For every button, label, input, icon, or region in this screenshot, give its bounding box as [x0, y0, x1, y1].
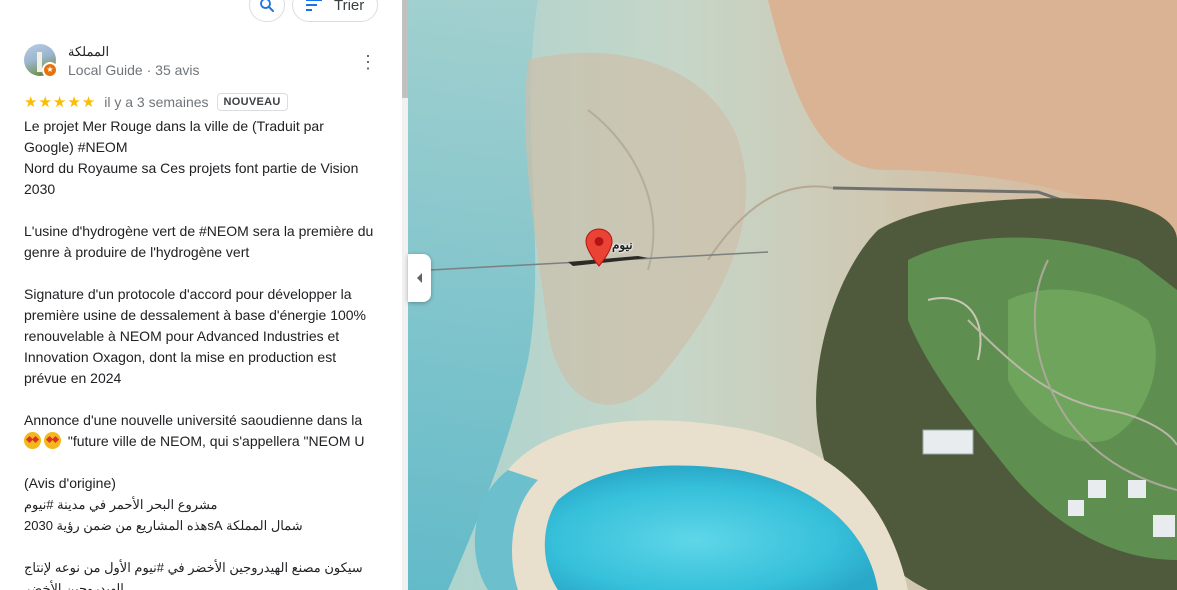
collapse-arrow-icon — [416, 273, 422, 283]
review-line: Signature d'un protocole d'accord pour d… — [24, 286, 367, 386]
sort-icon — [306, 0, 322, 11]
map-pin-icon[interactable] — [585, 228, 613, 268]
sort-button[interactable]: Trier — [292, 0, 378, 22]
local-guide-star-icon: ★ — [42, 62, 58, 78]
satellite-map[interactable] — [408, 0, 1177, 590]
collapse-panel-button[interactable] — [408, 254, 431, 302]
search-reviews-button[interactable] — [249, 0, 285, 22]
search-icon — [260, 0, 274, 12]
review-line: Nord du Royaume sa Ces projets font part… — [24, 160, 359, 197]
original-line: مشروع البحر الأحمر في مدينة #نيوم — [24, 497, 218, 512]
review-line-emoji: "future ville de NEOM, qui s'appellera "… — [24, 431, 374, 452]
star-struck-emoji-icon — [24, 432, 41, 449]
reviewer-header: المملكة Local Guide · 35 avis ⋮ — [24, 44, 384, 80]
sort-label: Trier — [334, 0, 365, 14]
original-review-label: (Avis d'origine) — [24, 475, 116, 491]
star-struck-emoji-icon — [44, 432, 61, 449]
original-line: سيكون مصنع الهيدروجين الأخضر في #نيوم ال… — [24, 560, 363, 590]
rating-row: ★★★★★ il y a 3 semaines NOUVEAU — [24, 93, 288, 111]
review-line: L'usine d'hydrogène vert de #NEOM sera l… — [24, 223, 374, 260]
review-line: Annonce d'une nouvelle université saoudi… — [24, 412, 363, 428]
reviews-panel: Trier المملكة Local Guide · 35 avis ⋮ ★ … — [0, 0, 402, 590]
review-time: il y a 3 semaines — [104, 94, 209, 110]
star-rating: ★★★★★ — [24, 94, 97, 111]
reviewer-meta: Local Guide · 35 avis — [68, 62, 200, 78]
review-line: Le projet Mer Rouge dans la ville de (Tr… — [24, 118, 324, 155]
original-line: شمال المملكة sAهذه المشاريع من ضمن رؤية … — [24, 518, 303, 533]
reviews-toolbar: Trier — [0, 0, 402, 26]
reviewer-name[interactable]: المملكة — [68, 44, 109, 60]
more-options-icon[interactable]: ⋮ — [359, 50, 377, 74]
new-badge: NOUVEAU — [216, 93, 288, 111]
review-text: Le projet Mer Rouge dans la ville de (Tr… — [24, 116, 374, 590]
review-line-text: "future ville de NEOM, qui s'appellera "… — [67, 433, 365, 449]
map-pin-label[interactable]: نيوم — [612, 238, 633, 252]
